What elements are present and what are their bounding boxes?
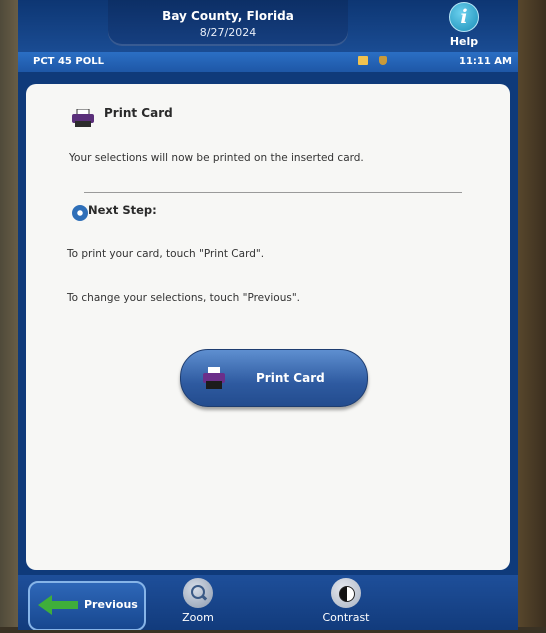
zoom-icon xyxy=(183,578,213,608)
divider xyxy=(84,192,462,193)
device-bezel-right xyxy=(514,0,546,633)
print-description: Your selections will now be printed on t… xyxy=(69,152,364,164)
status-icons xyxy=(358,55,388,66)
zoom-label: Zoom xyxy=(182,611,214,624)
page-title: Print Card xyxy=(104,106,173,120)
county-name: Bay County, Florida xyxy=(162,9,294,23)
plug-status-icon xyxy=(379,55,388,65)
header: Bay County, Florida 8/27/2024 i Help xyxy=(18,0,518,52)
instruction-print: To print your card, touch "Print Card". xyxy=(67,248,265,260)
contrast-label: Contrast xyxy=(322,611,370,624)
help-button[interactable]: i Help xyxy=(441,2,487,50)
back-arrow-icon xyxy=(38,595,78,615)
contrast-icon xyxy=(331,578,361,608)
poll-name: PCT 45 POLL xyxy=(33,56,104,67)
help-icon: i xyxy=(449,2,479,32)
help-label: Help xyxy=(449,35,479,48)
print-card-button[interactable]: Print Card xyxy=(180,349,368,407)
previous-button-label: Previous xyxy=(84,598,138,611)
next-step-gear-icon xyxy=(72,205,88,221)
contrast-button[interactable]: Contrast xyxy=(316,578,376,624)
zoom-button[interactable]: Zoom xyxy=(168,578,228,624)
instruction-change: To change your selections, touch "Previo… xyxy=(67,292,300,304)
content-panel: Print Card Your selections will now be p… xyxy=(26,84,510,570)
print-card-button-label: Print Card xyxy=(256,371,325,385)
next-step-title: Next Step: xyxy=(88,203,157,217)
previous-button[interactable]: Previous xyxy=(28,581,146,630)
header-election-info: Bay County, Florida 8/27/2024 xyxy=(108,0,348,46)
status-bar: PCT 45 POLL 11:11 AM xyxy=(18,52,518,72)
voting-screen: Bay County, Florida 8/27/2024 i Help PCT… xyxy=(18,0,518,630)
election-date: 8/27/2024 xyxy=(199,26,257,39)
card-status-icon xyxy=(358,55,368,65)
clock-time: 11:11 AM xyxy=(458,56,512,67)
bottom-toolbar: Previous Zoom Contrast xyxy=(18,575,518,630)
printer-icon xyxy=(203,367,225,389)
printer-icon xyxy=(72,109,94,127)
